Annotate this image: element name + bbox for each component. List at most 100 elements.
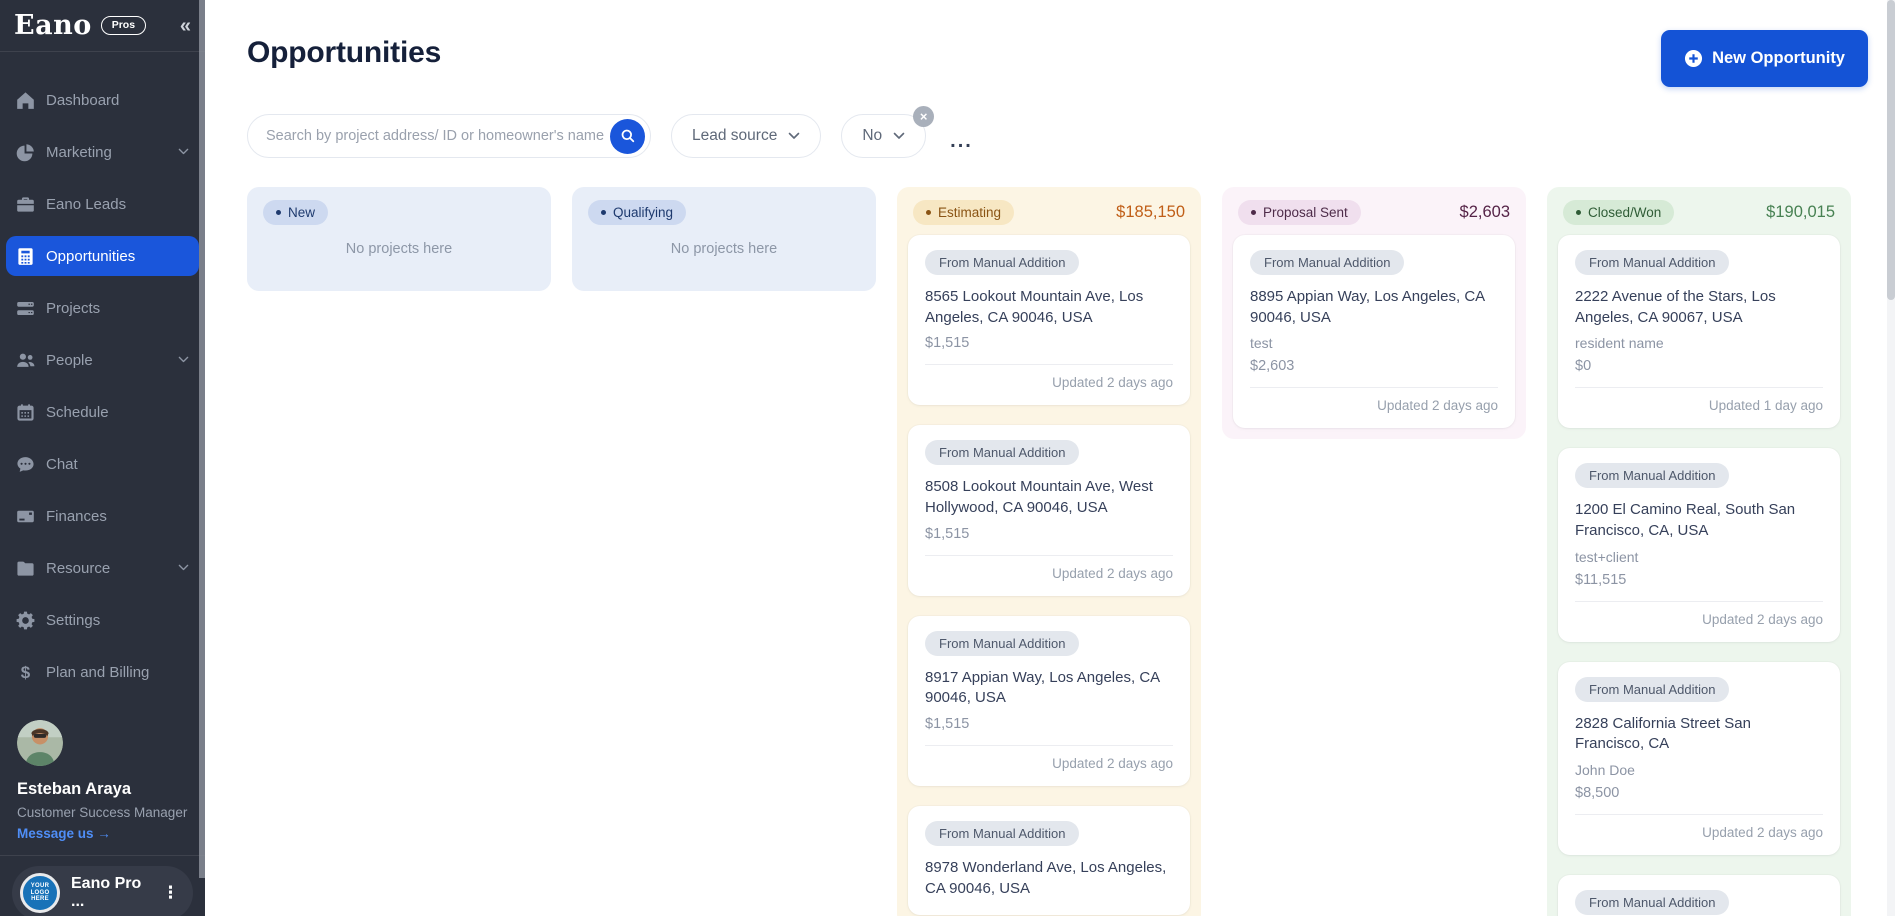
kanban-board: New No projects here Qualifying No proje… — [247, 187, 1895, 916]
search-button[interactable] — [610, 118, 645, 154]
avatar — [17, 720, 63, 766]
sidebar-item-settings[interactable]: Settings — [6, 600, 199, 640]
sidebar-item-finances[interactable]: Finances — [6, 496, 199, 536]
stage-total: $185,150 — [1116, 203, 1185, 221]
card-client: test+client — [1575, 548, 1639, 565]
main-content: Opportunities New Opportunity Lead sourc… — [205, 0, 1895, 916]
plus-circle-icon — [1684, 49, 1703, 68]
opportunity-card[interactable]: From Manual Addition 8978 Wonderland Ave… — [908, 806, 1190, 915]
pie-chart-icon — [16, 143, 35, 162]
stack-icon — [16, 299, 35, 318]
stage-dot-icon — [601, 210, 606, 215]
card-amount: $11,515 — [1575, 571, 1627, 588]
eano-logo: Eano — [14, 10, 92, 41]
opportunity-card[interactable]: From Manual Addition 8895 Appian Way, Lo… — [1233, 235, 1515, 429]
opportunity-card[interactable]: From Manual Addition 2828 California Str… — [1558, 661, 1840, 856]
calendar-icon — [16, 403, 35, 422]
chevron-down-icon — [178, 564, 189, 571]
home-icon — [16, 91, 35, 110]
message-us-link[interactable]: Message us → — [17, 826, 188, 841]
source-tag: From Manual Addition — [1575, 463, 1730, 489]
card-address: 2828 California Street San Francisco, CA — [1575, 714, 1751, 753]
card-updated: Updated 1 day ago — [1708, 398, 1823, 414]
search-icon — [620, 128, 636, 144]
sidebar-item-resource[interactable]: Resource — [6, 548, 199, 588]
card-client: resident name — [1575, 335, 1664, 352]
workspace-name: Eano Pro ... — [71, 875, 142, 910]
kanban-column-new: New No projects here — [247, 187, 551, 291]
collapse-sidebar-icon[interactable]: « — [180, 16, 191, 36]
stage-dot-icon — [926, 210, 931, 215]
stage-badge: Closed/Won — [1563, 200, 1675, 225]
credit-card-icon — [16, 507, 35, 526]
stage-dot-icon — [1251, 210, 1256, 215]
kanban-column-closed-won: Closed/Won $190,015 From Manual Addition… — [1547, 187, 1851, 916]
card-amount: $1,515 — [925, 716, 970, 733]
briefcase-icon — [16, 195, 35, 214]
profile-role: Customer Success Manager — [17, 805, 188, 820]
opportunity-card[interactable]: From Manual Addition — [1558, 875, 1840, 916]
sidebar-item-projects[interactable]: Projects — [6, 288, 199, 328]
brand-row: Eano Pros « — [0, 0, 205, 52]
clear-filter-icon[interactable]: × — [913, 106, 935, 127]
app-window: Eano Pros « Dashboard Marketing Eano Lea… — [0, 0, 1895, 916]
sidebar-item-marketing[interactable]: Marketing — [6, 132, 199, 172]
filter-row: Lead source No × ... — [247, 106, 1895, 158]
card-amount: $1,515 — [925, 525, 970, 542]
card-updated: Updated 2 days ago — [1052, 565, 1173, 581]
card-address: 8895 Appian Way, Los Angeles, CA 90046, … — [1250, 288, 1485, 326]
kanban-column-proposal-sent: Proposal Sent $2,603 From Manual Additio… — [1222, 187, 1526, 440]
opportunity-card[interactable]: From Manual Addition 1200 El Camino Real… — [1558, 448, 1840, 642]
sidebar-item-eano-leads[interactable]: Eano Leads — [6, 184, 199, 224]
sidebar-item-plan-and-billing[interactable]: $ Plan and Billing — [6, 652, 199, 692]
more-filters-button[interactable]: ... — [950, 131, 973, 158]
sidebar-item-chat[interactable]: Chat — [6, 444, 199, 484]
stage-dot-icon — [1576, 210, 1581, 215]
kanban-column-qualifying: Qualifying No projects here — [572, 187, 876, 291]
lead-source-filter[interactable]: Lead source — [671, 114, 822, 158]
card-address: 1200 El Camino Real, South San Francisco… — [1575, 501, 1796, 540]
people-icon — [16, 351, 35, 370]
chevron-down-icon — [893, 132, 905, 140]
window-scrollbar — [1887, 0, 1895, 916]
workspace-switcher[interactable]: YOUR LOGO HERE Eano Pro ... ⋮ — [12, 866, 193, 916]
new-opportunity-button[interactable]: New Opportunity — [1661, 30, 1868, 87]
empty-state-text: No projects here — [670, 241, 778, 257]
card-amount: $2,603 — [1250, 358, 1295, 375]
card-amount: $0 — [1575, 358, 1592, 375]
stage-total: $190,015 — [1766, 203, 1835, 221]
source-tag: From Manual Addition — [1575, 676, 1730, 702]
opportunity-card[interactable]: From Manual Addition 8508 Lookout Mounta… — [908, 425, 1190, 596]
folder-icon — [16, 559, 35, 578]
opportunity-card[interactable]: From Manual Addition 8565 Lookout Mounta… — [908, 235, 1190, 406]
card-updated: Updated 2 days ago — [1052, 375, 1173, 391]
source-tag: From Manual Addition — [1575, 250, 1730, 275]
pros-badge: Pros — [100, 16, 147, 35]
stage-badge: Proposal Sent — [1238, 200, 1361, 225]
kanban-column-estimating: Estimating $185,150 From Manual Addition… — [897, 187, 1201, 916]
source-tag: From Manual Addition — [925, 250, 1080, 275]
card-updated: Updated 2 days ago — [1702, 825, 1823, 841]
card-updated: Updated 2 days ago — [1052, 756, 1173, 772]
sidebar-item-schedule[interactable]: Schedule — [6, 392, 199, 432]
sidebar-item-people[interactable]: People — [6, 340, 199, 380]
sidebar-item-dashboard[interactable]: Dashboard — [6, 80, 199, 120]
source-tag: From Manual Addition — [1250, 250, 1405, 275]
search-field — [247, 114, 651, 158]
kebab-menu-icon[interactable]: ⋮ — [162, 883, 179, 903]
stage-badge: Estimating — [913, 200, 1015, 225]
sidebar: Eano Pros « Dashboard Marketing Eano Lea… — [0, 0, 205, 916]
source-tag: From Manual Addition — [925, 440, 1080, 466]
chevron-down-icon — [178, 148, 189, 155]
sidebar-item-opportunities[interactable]: Opportunities — [6, 236, 199, 276]
opportunity-card[interactable]: From Manual Addition 2222 Avenue of the … — [1558, 235, 1840, 429]
window-scrollbar-thumb[interactable] — [1887, 0, 1895, 300]
opportunity-card[interactable]: From Manual Addition 8917 Appian Way, Lo… — [908, 615, 1190, 787]
search-input[interactable] — [266, 128, 610, 144]
card-address: 8978 Wonderland Ave, Los Angeles, CA 900… — [925, 859, 1167, 897]
card-client: test — [1250, 335, 1273, 352]
card-updated: Updated 2 days ago — [1702, 611, 1823, 627]
card-address: 8508 Lookout Mountain Ave, West Hollywoo… — [925, 478, 1153, 517]
status-filter[interactable]: No × — [841, 106, 935, 158]
chevron-down-icon — [178, 356, 189, 363]
